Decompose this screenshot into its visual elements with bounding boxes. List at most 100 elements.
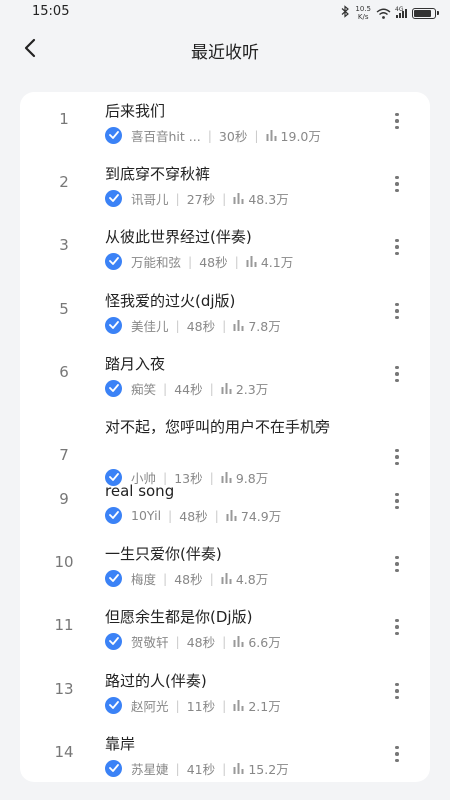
bar-chart-icon xyxy=(233,635,244,647)
rank-number: 9 xyxy=(59,490,69,508)
bar-chart-icon xyxy=(246,255,257,267)
more-options-button[interactable] xyxy=(390,172,404,196)
song-list: 1 后来我们 喜百音hit ... | 30秒 | 19.0万 2 到底穿不穿秋… xyxy=(20,92,430,782)
bar-chart-icon xyxy=(221,572,232,584)
back-button[interactable] xyxy=(14,34,46,66)
more-options-button[interactable] xyxy=(390,299,404,323)
divider: | xyxy=(222,760,227,776)
artist-name: 痴笑 xyxy=(131,381,157,397)
play-count: 74.9万 xyxy=(240,508,282,524)
play-count: 15.2万 xyxy=(248,761,289,777)
status-bar: 15:05 10.5 K/s 4G xyxy=(0,0,450,26)
divider: | xyxy=(175,633,180,649)
duration: 30秒 xyxy=(218,128,248,144)
network-type: 4G xyxy=(395,5,404,13)
page-title: 最近收听 xyxy=(191,42,259,63)
more-options-button[interactable] xyxy=(390,362,404,386)
artist-name: 万能和弦 xyxy=(131,254,182,270)
divider: | xyxy=(222,317,227,333)
list-item[interactable]: 10 一生只爱你(伴奏) 梅度 | 48秒 | 4.8万 xyxy=(20,535,430,597)
duration: 48秒 xyxy=(186,634,216,650)
song-meta: 痴笑 | 44秒 | 2.3万 xyxy=(105,379,268,397)
duration: 41秒 xyxy=(186,761,216,777)
check-circle-icon xyxy=(105,252,122,270)
duration: 48秒 xyxy=(186,318,216,334)
play-count: 2.1万 xyxy=(248,698,281,714)
song-title: 踏月入夜 xyxy=(105,355,166,373)
artist-name: 喜百音hit ... xyxy=(131,128,201,144)
duration: 48秒 xyxy=(174,571,203,587)
status-icons: 10.5 K/s 4G xyxy=(341,3,439,23)
divider: | xyxy=(222,190,227,206)
more-vertical-icon xyxy=(395,238,399,256)
divider: | xyxy=(234,253,239,269)
more-options-button[interactable] xyxy=(390,445,404,469)
more-options-button[interactable] xyxy=(390,552,404,576)
more-options-button[interactable] xyxy=(390,679,404,703)
song-meta: 苏星婕 | 41秒 | 15.2万 xyxy=(105,759,289,777)
divider: | xyxy=(175,317,180,333)
more-vertical-icon xyxy=(395,365,399,383)
list-item[interactable]: 3 从彼此世界经过(伴奏) 万能和弦 | 48秒 | 4.1万 xyxy=(20,218,430,280)
rank-number: 11 xyxy=(54,616,74,634)
check-circle-icon xyxy=(105,126,122,144)
rank-number: 1 xyxy=(59,110,69,128)
check-circle-icon xyxy=(105,506,122,524)
network-speed: 10.5 K/s xyxy=(355,5,371,21)
rank-number: 13 xyxy=(54,680,74,698)
artist-name: 美佳儿 xyxy=(131,318,169,334)
divider: | xyxy=(175,697,180,713)
divider: | xyxy=(222,697,227,713)
song-title: 到底穿不穿秋裤 xyxy=(105,165,211,183)
more-options-button[interactable] xyxy=(390,742,404,766)
rank-number: 2 xyxy=(59,173,69,191)
song-meta: 美佳儿 | 48秒 | 7.8万 xyxy=(105,316,281,334)
rank-number: 6 xyxy=(59,363,69,381)
rank-number: 14 xyxy=(54,743,74,761)
bar-chart-icon xyxy=(221,382,232,394)
more-vertical-icon xyxy=(395,745,399,763)
check-circle-icon xyxy=(105,632,122,650)
check-circle-icon xyxy=(105,569,122,587)
list-item[interactable]: 13 路过的人(伴奏) 赵阿光 | 11秒 | 2.1万 xyxy=(20,662,430,724)
artist-name: 讯哥儿 xyxy=(131,191,169,207)
divider: | xyxy=(214,507,219,523)
song-title: 但愿余生都是你(Dj版) xyxy=(105,608,253,626)
duration: 48秒 xyxy=(199,254,228,270)
list-item[interactable]: 9 real song 10Yil | 48秒 | 74.9万 xyxy=(20,472,430,534)
divider: | xyxy=(175,190,180,206)
play-count: 2.3万 xyxy=(235,381,269,397)
bar-chart-icon xyxy=(233,699,244,711)
network-speed-unit: K/s xyxy=(357,13,369,21)
more-options-button[interactable] xyxy=(390,489,404,513)
list-item[interactable]: 11 但愿余生都是你(Dj版) 贺敬轩 | 48秒 | 6.6万 xyxy=(20,598,430,660)
divider: | xyxy=(222,633,227,649)
song-meta: 讯哥儿 | 27秒 | 48.3万 xyxy=(105,189,289,207)
list-item[interactable]: 14 靠岸 苏星婕 | 41秒 | 15.2万 xyxy=(20,725,430,782)
list-item[interactable]: 5 怪我爱的过火(dj版) 美佳儿 | 48秒 | 7.8万 xyxy=(20,282,430,344)
song-title: 靠岸 xyxy=(105,735,136,753)
more-options-button[interactable] xyxy=(390,615,404,639)
wifi-icon xyxy=(376,4,391,23)
song-meta: 贺敬轩 | 48秒 | 6.6万 xyxy=(105,632,281,650)
play-count: 7.8万 xyxy=(248,318,281,334)
list-item[interactable]: 6 踏月入夜 痴笑 | 44秒 | 2.3万 xyxy=(20,345,430,407)
signal-icon: 4G xyxy=(395,5,407,18)
divider: | xyxy=(207,127,212,143)
bar-chart-icon xyxy=(233,319,244,331)
play-count: 48.3万 xyxy=(248,191,289,207)
list-item[interactable]: 2 到底穿不穿秋裤 讯哥儿 | 27秒 | 48.3万 xyxy=(20,155,430,217)
more-options-button[interactable] xyxy=(390,109,404,133)
rank-number: 7 xyxy=(59,446,69,464)
more-options-button[interactable] xyxy=(390,235,404,259)
more-vertical-icon xyxy=(395,112,399,130)
play-count: 6.6万 xyxy=(248,634,281,650)
duration: 11秒 xyxy=(186,698,216,714)
song-title: 后来我们 xyxy=(105,102,166,120)
play-count: 4.8万 xyxy=(235,571,269,587)
list-item[interactable]: 1 后来我们 喜百音hit ... | 30秒 | 19.0万 xyxy=(20,92,430,154)
duration: 27秒 xyxy=(186,191,216,207)
check-circle-icon xyxy=(105,696,122,714)
divider: | xyxy=(209,380,214,396)
artist-name: 贺敬轩 xyxy=(131,634,169,650)
